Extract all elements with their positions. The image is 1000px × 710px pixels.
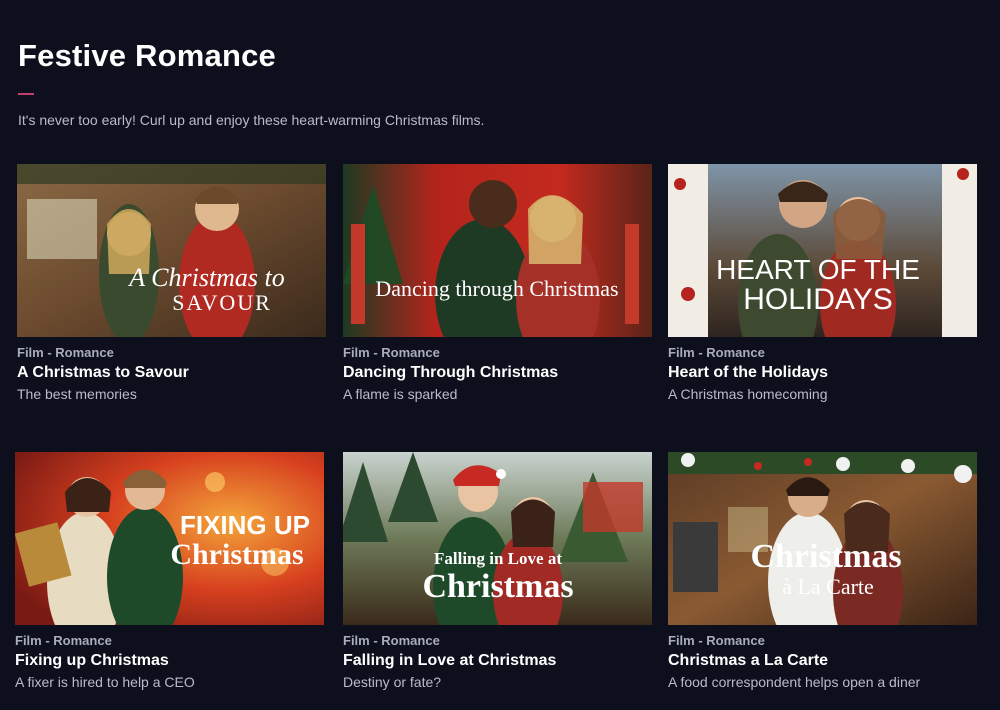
film-category: Film - Romance <box>668 345 765 360</box>
film-card-falling-in-love-at-christmas[interactable]: Falling in Love at Christmas Film - Roma… <box>343 452 653 697</box>
film-thumbnail[interactable]: HEART OF THE HOLIDAYS <box>668 164 977 337</box>
film-thumbnail[interactable]: FIXING UP Christmas <box>15 452 324 625</box>
poster-subtitle: Christmas <box>170 538 303 571</box>
film-subtitle: A flame is sparked <box>343 386 458 402</box>
poster-title: HEART OF THE <box>716 254 920 285</box>
poster-subtitle: Christmas <box>422 568 573 605</box>
film-subtitle: A food correspondent helps open a diner <box>668 674 921 690</box>
film-category: Film - Romance <box>343 345 440 360</box>
film-title[interactable]: A Christmas to Savour <box>17 364 189 382</box>
film-card-christmas-a-la-carte[interactable]: Christmas à La Carte Film - Romance Chri… <box>668 452 978 697</box>
film-category: Film - Romance <box>15 633 112 648</box>
film-grid: A Christmas to SAVOUR Film - Romance A C… <box>0 0 1000 710</box>
film-card-fixing-up-christmas[interactable]: FIXING UP Christmas Film - Romance Fixin… <box>15 452 325 697</box>
film-category: Film - Romance <box>343 633 440 648</box>
film-thumbnail[interactable]: Dancing through Christmas <box>343 164 652 337</box>
film-thumbnail[interactable]: A Christmas to SAVOUR <box>17 164 326 337</box>
film-subtitle: Destiny or fate? <box>343 674 442 690</box>
film-title[interactable]: Falling in Love at Christmas <box>343 652 556 670</box>
film-thumbnail[interactable]: Falling in Love at Christmas <box>343 452 652 625</box>
poster-title: FIXING UP <box>180 510 310 540</box>
poster-subtitle: HOLIDAYS <box>743 283 893 316</box>
film-card-heart-of-the-holidays[interactable]: HEART OF THE HOLIDAYS Film - Romance Hea… <box>668 164 978 409</box>
film-card-dancing-through-christmas[interactable]: Dancing through Christmas Film - Romance… <box>343 164 653 409</box>
film-title[interactable]: Fixing up Christmas <box>15 652 169 670</box>
film-category: Film - Romance <box>17 345 114 360</box>
film-subtitle: A Christmas homecoming <box>668 386 828 402</box>
poster-title: Christmas <box>750 538 901 575</box>
poster-subtitle: SAVOUR <box>172 290 272 315</box>
poster-subtitle: à La Carte <box>782 574 874 599</box>
poster-title: Falling in Love at <box>434 549 562 568</box>
film-thumbnail[interactable]: Christmas à La Carte <box>668 452 977 625</box>
film-card-christmas-to-savour[interactable]: A Christmas to SAVOUR Film - Romance A C… <box>17 164 327 409</box>
film-category: Film - Romance <box>668 633 765 648</box>
film-title[interactable]: Dancing Through Christmas <box>343 364 558 382</box>
festive-romance-page: Festive Romance It's never too early! Cu… <box>0 0 1000 710</box>
poster-title: Dancing through Christmas <box>375 276 618 301</box>
poster-title: A Christmas to <box>127 263 285 292</box>
film-subtitle: The best memories <box>17 386 137 402</box>
film-title[interactable]: Christmas a La Carte <box>668 652 828 670</box>
film-title[interactable]: Heart of the Holidays <box>668 364 828 382</box>
film-subtitle: A fixer is hired to help a CEO <box>15 674 195 690</box>
